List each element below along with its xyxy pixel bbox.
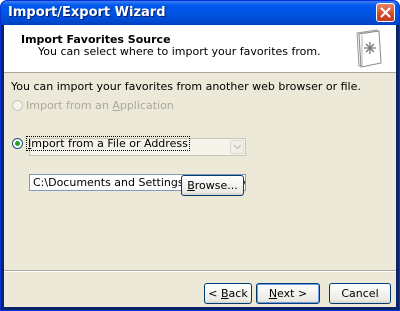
label-text: mport from a File or Address: [31, 137, 188, 150]
radio-button[interactable]: [12, 100, 23, 111]
label-text: rowse...: [194, 179, 238, 192]
access-key: A: [112, 99, 120, 112]
wizard-window: Import/Export Wizard Import Favorites So…: [0, 0, 400, 311]
window-title: Import/Export Wizard: [8, 5, 166, 20]
chevron-down-icon: [233, 144, 242, 150]
footer-divider: [4, 270, 396, 272]
label-text: ack: [228, 287, 248, 300]
close-button[interactable]: [376, 3, 395, 22]
access-key: B: [221, 287, 229, 300]
label-text: Import from an: [26, 99, 113, 112]
radio-import-from-application[interactable]: Import from an Application: [12, 99, 174, 112]
radio-label: Import from an Application: [26, 99, 174, 112]
radio-button[interactable]: [12, 138, 23, 149]
radio-import-from-file[interactable]: Import from a File or Address: [12, 136, 190, 151]
back-arrow-icon: <: [208, 287, 218, 300]
access-key: N: [268, 287, 278, 300]
title-bar[interactable]: Import/Export Wizard: [1, 1, 399, 25]
page-subtitle: You can select where to import your favo…: [38, 45, 321, 58]
next-arrow-icon: >: [297, 287, 308, 300]
cancel-button[interactable]: Cancel: [329, 283, 391, 304]
radio-label: Import from a File or Address: [26, 136, 190, 151]
next-button[interactable]: Next >: [256, 283, 320, 304]
intro-text: You can import your favorites from anoth…: [11, 80, 361, 93]
dropdown-button[interactable]: [230, 140, 244, 154]
close-icon: [380, 7, 391, 18]
wizard-header: Import Favorites Source You can select w…: [4, 25, 396, 73]
bookmark-star-icon: [356, 29, 382, 68]
browse-button[interactable]: Browse...: [181, 175, 244, 196]
label-text: pplication: [119, 99, 174, 112]
access-key: B: [187, 179, 195, 192]
back-button[interactable]: < Back: [204, 283, 252, 304]
label-text: ext: [277, 287, 295, 300]
wizard-body: Import Favorites Source You can select w…: [4, 25, 396, 307]
